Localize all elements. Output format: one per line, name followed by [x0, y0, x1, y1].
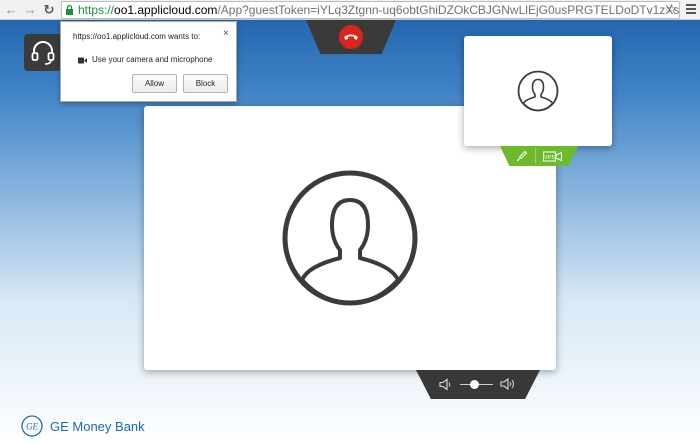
forward-button[interactable]: → [22, 1, 38, 19]
self-user-avatar-icon [517, 70, 559, 112]
phone-hangup-icon [344, 34, 358, 40]
url-domain: oo1.applicloud.com [114, 3, 218, 17]
microphone-icon[interactable] [516, 150, 528, 162]
block-button[interactable]: Block [183, 74, 228, 93]
video-camera-icon [78, 57, 87, 64]
camera-toggle-icon[interactable]: VPS [543, 151, 562, 162]
permission-dialog: https://oo1.applicloud.com wants to: × U… [60, 21, 237, 102]
back-button[interactable]: ← [3, 1, 19, 19]
address-bar[interactable]: https://oo1.applicloud.com/App?guestToke… [61, 1, 680, 19]
url-scheme: https:// [78, 3, 115, 17]
controls-divider [535, 148, 536, 163]
brand-name: GE Money Bank [50, 419, 145, 434]
reload-icon: ↻ [43, 2, 55, 17]
camera-toggle-label: VPS [544, 155, 555, 161]
close-icon[interactable]: × [223, 28, 229, 39]
ge-logo: GE [21, 415, 43, 437]
volume-high-icon[interactable] [500, 377, 515, 391]
self-controls-pod [500, 146, 578, 166]
headset-icon [31, 40, 54, 65]
permission-origin: https://oo1.applicloud.com wants to: [73, 32, 201, 41]
reload-button[interactable]: ↻ [41, 1, 57, 19]
bookmark-button[interactable]: ☆ [664, 1, 679, 17]
browser-toolbar: ← → ↻ https://oo1.applicloud.com/App?gue… [0, 0, 700, 20]
browser-menu-button[interactable] [684, 2, 698, 18]
self-video-panel [464, 36, 612, 146]
volume-low-icon[interactable] [439, 378, 452, 391]
arrow-left-icon: ← [4, 2, 18, 17]
allow-button[interactable]: Allow [132, 74, 177, 93]
hamburger-icon [684, 4, 698, 14]
logo-text: GE [26, 422, 38, 432]
arrow-right-icon: → [23, 2, 37, 17]
star-icon: ☆ [665, 1, 678, 16]
permission-request-text: Use your camera and microphone [92, 55, 213, 64]
support-agent-badge [24, 34, 61, 71]
url-path: /App?guestToken=iYLq3Ztgnn-uq6obtGhiDZOk… [217, 3, 680, 17]
lock-icon [66, 5, 73, 15]
remote-user-avatar-icon [282, 170, 418, 306]
hangup-button[interactable] [339, 25, 363, 49]
